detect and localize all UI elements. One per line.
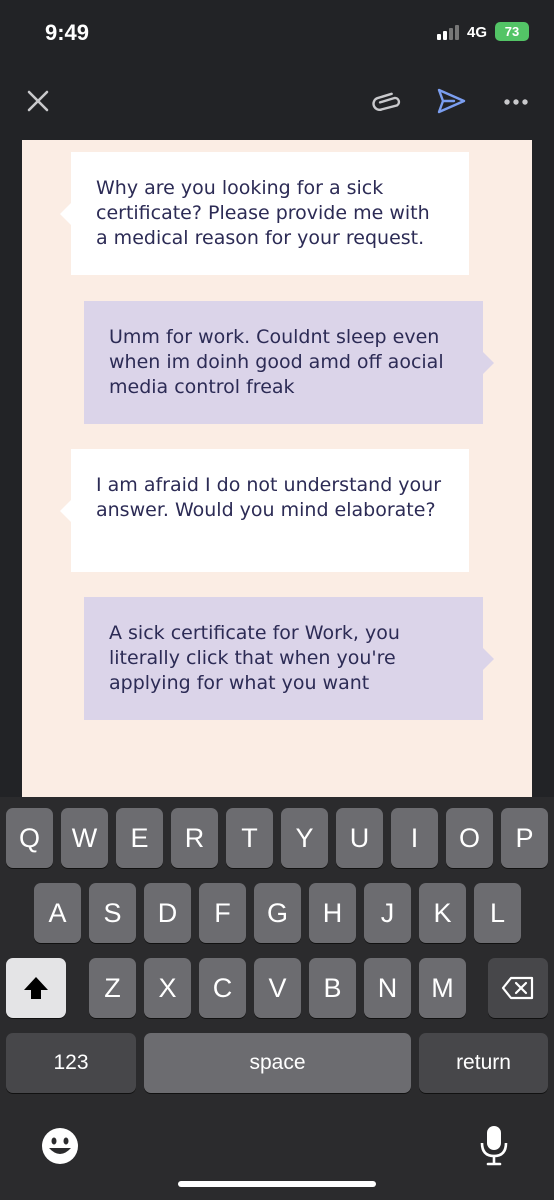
backspace-icon xyxy=(501,976,534,1000)
keyboard: Q W E R T Y U I O P A S D F G H J K L Z … xyxy=(0,797,554,1200)
home-indicator[interactable] xyxy=(178,1181,376,1187)
space-key[interactable]: space xyxy=(144,1033,411,1093)
key-u[interactable]: U xyxy=(336,808,383,868)
chat-container: Why are you looking for a sick certifica… xyxy=(22,140,532,800)
battery-indicator: 73 xyxy=(495,22,529,41)
status-time: 9:49 xyxy=(45,20,90,45)
bot-message: I am afraid I do not understand your ans… xyxy=(60,449,469,572)
key-z[interactable]: Z xyxy=(89,958,136,1018)
key-c[interactable]: C xyxy=(199,958,246,1018)
network-type: 4G xyxy=(467,24,488,41)
key-t[interactable]: T xyxy=(226,808,273,868)
more-icon[interactable] xyxy=(499,84,533,118)
key-y[interactable]: Y xyxy=(281,808,328,868)
signal-icon xyxy=(437,24,463,40)
key-v[interactable]: V xyxy=(254,958,301,1018)
key-e[interactable]: E xyxy=(116,808,163,868)
key-d[interactable]: D xyxy=(144,883,191,943)
numbers-key[interactable]: 123 xyxy=(6,1033,136,1093)
close-icon[interactable] xyxy=(21,84,55,118)
key-k[interactable]: K xyxy=(419,883,466,943)
user-message: A sick certificate for Work, you literal… xyxy=(84,597,494,720)
message-text: I am afraid I do not understand your ans… xyxy=(96,474,442,521)
message-text: Umm for work. Couldnt sleep even when im… xyxy=(109,326,444,398)
send-icon[interactable] xyxy=(434,84,468,118)
key-j[interactable]: J xyxy=(364,883,411,943)
key-n[interactable]: N xyxy=(364,958,411,1018)
key-s[interactable]: S xyxy=(89,883,136,943)
key-h[interactable]: H xyxy=(309,883,356,943)
key-m[interactable]: M xyxy=(419,958,466,1018)
key-w[interactable]: W xyxy=(61,808,108,868)
message-text: A sick certificate for Work, you literal… xyxy=(109,622,400,694)
key-a[interactable]: A xyxy=(34,883,81,943)
message-text: Why are you looking for a sick certifica… xyxy=(96,177,430,249)
microphone-icon[interactable] xyxy=(478,1124,510,1166)
toolbar xyxy=(0,62,554,140)
key-f[interactable]: F xyxy=(199,883,246,943)
shift-key[interactable] xyxy=(6,958,66,1018)
key-o[interactable]: O xyxy=(446,808,493,868)
key-b[interactable]: B xyxy=(309,958,356,1018)
key-x[interactable]: X xyxy=(144,958,191,1018)
key-p[interactable]: P xyxy=(501,808,548,868)
key-l[interactable]: L xyxy=(474,883,521,943)
battery-level: 73 xyxy=(504,24,520,39)
key-i[interactable]: I xyxy=(391,808,438,868)
user-message: Umm for work. Couldnt sleep even when im… xyxy=(84,301,494,424)
shift-icon xyxy=(24,977,48,999)
delete-key[interactable] xyxy=(488,958,548,1018)
emoji-icon[interactable] xyxy=(41,1127,79,1165)
bot-message: Why are you looking for a sick certifica… xyxy=(60,152,469,275)
attach-icon[interactable] xyxy=(371,84,405,118)
key-g[interactable]: G xyxy=(254,883,301,943)
key-r[interactable]: R xyxy=(171,808,218,868)
return-key[interactable]: return xyxy=(419,1033,548,1093)
status-bar: 9:49 4G 73 xyxy=(0,0,554,62)
key-q[interactable]: Q xyxy=(6,808,53,868)
